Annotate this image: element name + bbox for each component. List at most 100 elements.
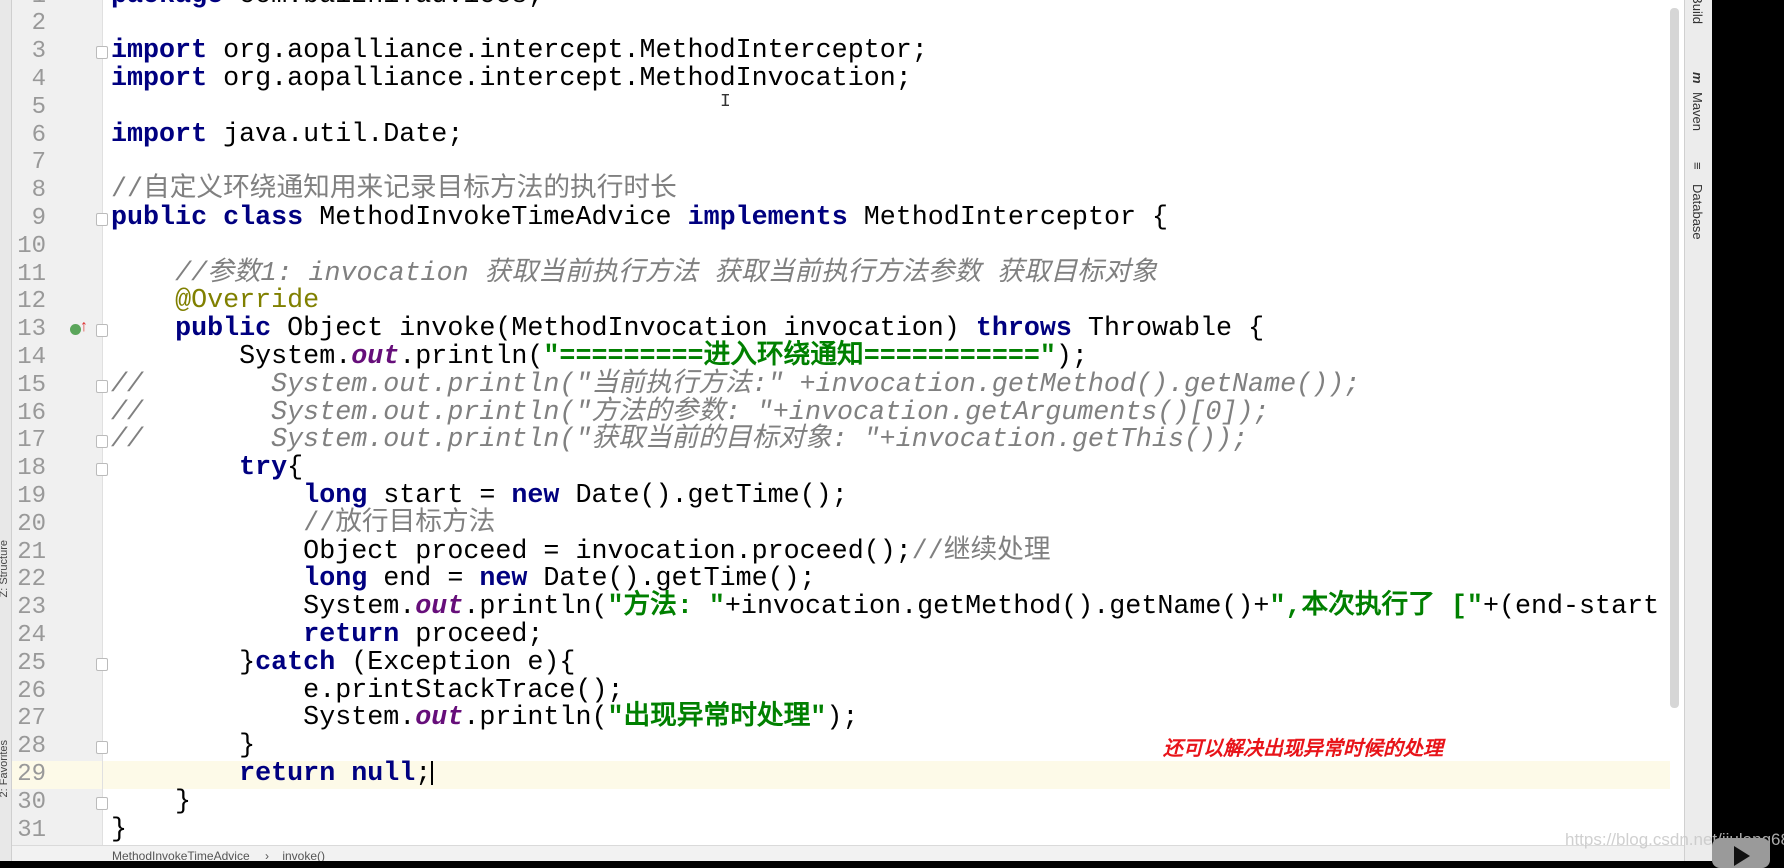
code-line[interactable]: System.out.println("=========进入环绕通知=====… [103,341,1670,372]
code-token: .println( [463,703,608,734]
line-number-text: 15 [17,371,46,399]
line-number: 18 [12,455,46,483]
line-number: 25 [12,650,46,678]
code-token: +invocation.getMethod().getName()+ [724,592,1270,623]
code-line[interactable]: return null; [103,758,1670,789]
code-token: package [111,0,223,11]
breadcrumb-class[interactable]: MethodInvokeTimeAdvice [112,849,250,861]
line-number: 19 [12,483,46,511]
vertical-scrollbar[interactable] [1670,8,1679,708]
line-number: 14 [12,344,46,372]
line-number-text: 25 [17,649,46,677]
database-icon: ≡ [1690,162,1705,170]
code-token: Object invoke(MethodInvocation invocatio… [271,314,976,345]
tool-window-ant-build[interactable]: Ant Build [1690,0,1705,24]
code-line[interactable] [103,233,1670,261]
code-token: //继续处理 [911,536,1051,567]
breadcrumb: MethodInvokeTimeAdvice › invoke() [12,845,1684,861]
code-line[interactable]: //放行目标方法 [103,509,1670,539]
code-line[interactable]: // System.out.println("方法的参数: "+invocati… [103,397,1670,428]
line-number: 10 [12,233,46,261]
code-editor[interactable]: package com.baizhi.advices; import org.ao… [103,0,1670,845]
line-number: 20 [12,511,46,539]
code-token: org.aopalliance.intercept.MethodInvocati… [207,63,912,94]
code-line[interactable]: Object proceed = invocation.proceed();//… [103,536,1670,567]
code-token: ",本次执行了 [" [1269,592,1483,623]
line-number-text: 7 [31,149,46,177]
breadcrumb-method[interactable]: invoke() [282,849,325,861]
tool-window-maven[interactable]: Maven [1690,92,1705,131]
line-number-text: 14 [17,343,46,371]
code-token: } [111,647,256,678]
line-number-text: 11 [17,260,46,288]
line-number-text: 1 [12,0,46,10]
code-line[interactable]: System.out.println("方法: "+invocation.get… [103,592,1670,623]
line-number-text: 8 [31,177,46,205]
code-token: System. [111,592,416,623]
code-token: // System.out.println("方法的参数: "+invocati… [111,397,1270,428]
code-line[interactable]: //自定义环绕通知用来记录目标方法的执行时长 [103,176,1670,205]
line-number-gutter[interactable]: 12345678910111213↑1415161718192021222324… [12,0,108,845]
code-line[interactable]: System.out.println("出现异常时处理"); [103,703,1670,734]
code-line[interactable] [103,94,1670,122]
code-line[interactable]: } [103,816,1670,845]
line-number-text: 28 [17,733,46,761]
tool-window-database[interactable]: Database [1690,184,1705,240]
line-number-text: 22 [17,566,46,594]
line-number-text: 2 [31,10,46,38]
code-token: ); [826,703,859,734]
code-line[interactable]: return proceed; [103,619,1670,650]
line-number-text: 21 [17,538,46,566]
code-token: out [415,592,464,623]
code-line[interactable]: public class MethodInvokeTimeAdvice impl… [103,202,1670,233]
line-number: 24 [12,622,46,650]
code-line[interactable]: package com.baizhi.advices; [103,0,1670,10]
code-line[interactable]: }catch (Exception e){ [103,647,1670,678]
tool-window-favorites[interactable]: 2: Favorites [0,740,10,797]
code-token: ); [1055,341,1088,372]
line-number: 8 [12,177,46,205]
code-line[interactable]: // System.out.println("当前执行方法:" +invocat… [103,371,1670,400]
go-to-super-icon[interactable]: ↑ [80,318,88,336]
code-token: Date().getTime(); [527,564,816,595]
code-token: MethodInterceptor { [847,202,1169,233]
code-line[interactable]: import java.util.Date; [103,121,1670,150]
code-line[interactable] [103,149,1670,177]
code-line[interactable]: @Override [103,286,1670,316]
code-line[interactable]: e.printStackTrace(); [103,677,1670,706]
code-line[interactable]: import org.aopalliance.intercept.MethodI… [103,37,1670,66]
code-token: public [175,314,272,345]
line-number: 30 [12,789,46,817]
code-token: return [303,619,400,650]
line-number: 15 [12,372,46,400]
play-button[interactable] [1712,838,1770,868]
tool-window-structure[interactable]: Z: Structure [0,540,10,597]
code-line[interactable]: import org.aopalliance.intercept.MethodI… [103,63,1670,94]
code-line[interactable]: } [103,788,1670,817]
line-number: 21 [12,539,46,567]
code-line[interactable]: long end = new Date().getTime(); [103,564,1670,595]
code-token: ; [415,758,432,789]
line-number: 3 [12,38,46,66]
line-number: 31 [12,817,46,845]
maven-icon: m [1690,72,1705,84]
code-token: // System.out.println("获取当前的目标对象: "+invo… [111,425,1249,456]
code-token: implements [687,202,848,233]
code-token: (Exception e){ [335,647,576,678]
line-number: 2 [12,10,46,38]
code-line[interactable]: try{ [103,454,1670,483]
code-line[interactable] [103,10,1670,38]
code-line[interactable]: public Object invoke(MethodInvocation in… [103,314,1670,345]
code-line[interactable]: //参数1: invocation 获取当前执行方法 获取当前执行方法参数 获取… [103,259,1670,289]
code-line[interactable]: long start = new Date().getTime(); [103,482,1670,511]
line-number: 27 [12,705,46,733]
code-line[interactable]: // System.out.println("获取当前的目标对象: "+invo… [103,425,1670,456]
line-number: 11 [12,261,46,289]
line-number: 5 [12,94,46,122]
